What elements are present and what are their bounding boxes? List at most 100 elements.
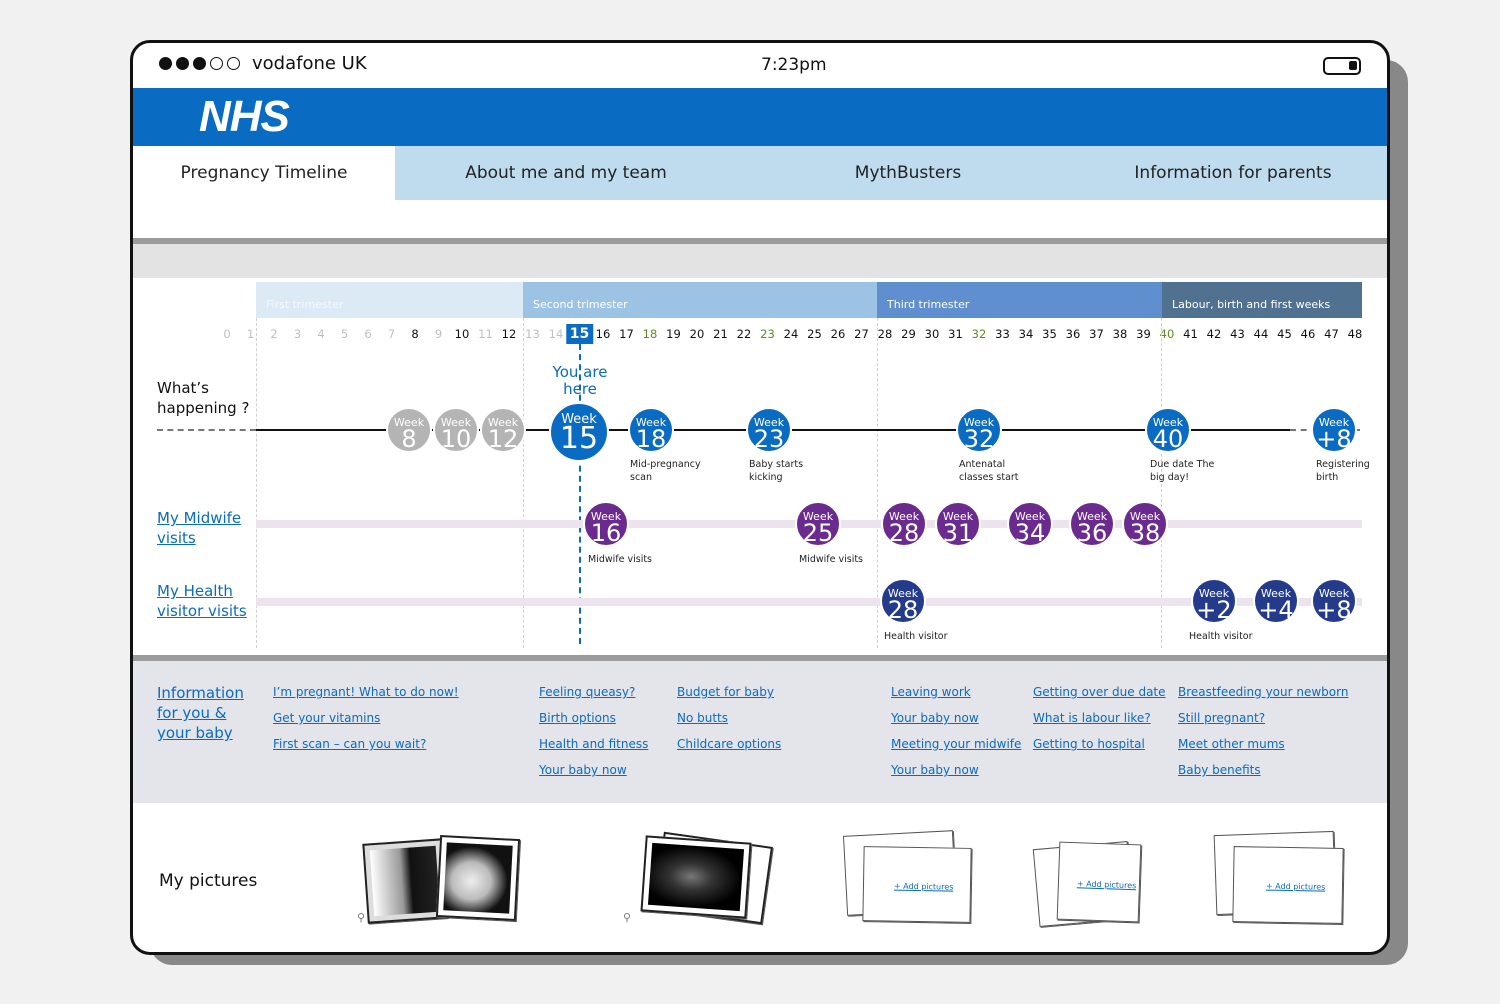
week-number[interactable]: 1 [247,327,254,341]
week-number[interactable]: 26 [831,327,846,341]
info-link[interactable]: Birth options [539,711,648,725]
row-label-health-visitor[interactable]: My Health visitor visits [157,581,247,621]
week-number[interactable]: 16 [596,327,611,341]
info-link[interactable]: Feeling queasy? [539,685,648,699]
week-number[interactable]: 45 [1277,327,1292,341]
tab-pregnancy-timeline[interactable]: Pregnancy Timeline [133,146,395,200]
magnifier-icon[interactable]: ⚲ [357,911,365,924]
photo-thumbnail[interactable] [435,834,521,922]
health-visitor-bubble[interactable]: Week +2 [1191,578,1237,624]
info-link[interactable]: Still pregnant? [1178,711,1348,725]
info-link[interactable]: Budget for baby [677,685,781,699]
week-bubble-future[interactable]: Week 40 [1145,407,1191,453]
info-link[interactable]: Your baby now [539,763,648,777]
info-link[interactable]: Leaving work [891,685,1021,699]
info-link[interactable]: Baby benefits [1178,763,1348,777]
week-number[interactable]: 48 [1348,327,1363,341]
info-link[interactable]: Meeting your midwife [891,737,1021,751]
week-bubble-past[interactable]: Week 10 [433,407,479,453]
info-link[interactable]: What is labour like? [1033,711,1166,725]
week-number[interactable]: 30 [925,327,940,341]
week-number[interactable]: 34 [1019,327,1034,341]
week-bubble-future[interactable]: Week 32 [956,407,1002,453]
tab-about-me[interactable]: About me and my team [395,146,737,200]
row-label-midwife[interactable]: My Midwife visits [157,508,247,548]
week-number[interactable]: 6 [364,327,371,341]
week-number[interactable]: 38 [1113,327,1128,341]
add-pictures-link[interactable]: + Add pictures [894,882,954,892]
week-number[interactable]: 4 [317,327,324,341]
week-bubble-future[interactable]: Week 23 [746,407,792,453]
photo-thumbnail[interactable] [640,835,752,919]
week-number[interactable]: 22 [737,327,752,341]
info-link[interactable]: Your baby now [891,711,1021,725]
week-number[interactable]: 43 [1230,327,1245,341]
photo-thumbnail[interactable] [362,838,448,924]
week-number[interactable]: 25 [807,327,822,341]
week-number[interactable]: 11 [478,327,493,341]
week-number[interactable]: 41 [1183,327,1198,341]
week-number[interactable]: 8 [411,327,418,341]
week-bubble-future[interactable]: Week +8 [1311,407,1357,453]
info-title[interactable]: Information for you & your baby [157,683,257,743]
info-link[interactable]: First scan – can you wait? [273,737,459,751]
week-number[interactable]: 32 [972,327,987,341]
info-link[interactable]: I’m pregnant! What to do now! [273,685,459,699]
week-number[interactable]: 47 [1324,327,1339,341]
tab-mythbusters[interactable]: MythBusters [737,146,1079,200]
add-pictures-link[interactable]: + Add pictures [1077,879,1137,890]
week-number-current[interactable]: 15 [565,324,594,344]
week-number[interactable]: 27 [854,327,869,341]
week-bubble-future[interactable]: Week 18 [628,407,674,453]
week-number[interactable]: 44 [1254,327,1269,341]
add-pictures-link[interactable]: + Add pictures [1266,882,1326,892]
photo-placeholder[interactable]: + Add pictures [1056,841,1142,923]
info-link[interactable]: Getting to hospital [1033,737,1166,751]
nhs-logo[interactable]: NHS [199,92,290,142]
week-number[interactable]: 46 [1301,327,1316,341]
midwife-visit-bubble[interactable]: Week 16 [583,501,629,547]
midwife-visit-bubble[interactable]: Week 28 [881,501,927,547]
week-number[interactable]: 10 [455,327,470,341]
week-number[interactable]: 28 [878,327,893,341]
week-number[interactable]: 33 [995,327,1010,341]
week-number[interactable]: 37 [1089,327,1104,341]
info-link[interactable]: Meet other mums [1178,737,1348,751]
midwife-visit-bubble[interactable]: Week 34 [1007,501,1053,547]
midwife-visit-bubble[interactable]: Week 38 [1122,501,1168,547]
week-number[interactable]: 13 [525,327,540,341]
health-visitor-bubble[interactable]: Week +8 [1311,578,1357,624]
week-number[interactable]: 20 [690,327,705,341]
week-number[interactable]: 0 [223,327,230,341]
week-number[interactable]: 18 [643,327,658,341]
week-number[interactable]: 21 [713,327,728,341]
info-link[interactable]: Health and fitness [539,737,648,751]
midwife-visit-bubble[interactable]: Week 36 [1069,501,1115,547]
week-number[interactable]: 19 [666,327,681,341]
midwife-visit-bubble[interactable]: Week 31 [935,501,981,547]
week-number[interactable]: 17 [619,327,634,341]
tab-information-for-parents[interactable]: Information for parents [1079,146,1387,200]
photo-placeholder[interactable]: + Add pictures [862,846,972,923]
week-number[interactable]: 5 [341,327,348,341]
week-number[interactable]: 12 [502,327,517,341]
info-link[interactable]: Your baby now [891,763,1021,777]
week-bubble-past[interactable]: Week 12 [480,407,526,453]
info-link[interactable]: Childcare options [677,737,781,751]
week-number[interactable]: 14 [549,327,564,341]
info-link[interactable]: Get your vitamins [273,711,459,725]
week-number[interactable]: 39 [1136,327,1151,341]
info-link[interactable]: Breastfeeding your newborn [1178,685,1348,699]
week-number[interactable]: 24 [784,327,799,341]
info-link[interactable]: No butts [677,711,781,725]
midwife-visit-bubble[interactable]: Week 25 [795,501,841,547]
week-number[interactable]: 3 [294,327,301,341]
week-number[interactable]: 23 [760,327,775,341]
magnifier-icon[interactable]: ⚲ [623,911,631,924]
health-visitor-bubble[interactable]: Week 28 [880,578,926,624]
week-bubble-current[interactable]: Week 15 [549,402,609,462]
week-number[interactable]: 35 [1042,327,1057,341]
week-number[interactable]: 31 [948,327,963,341]
week-bubble-past[interactable]: Week 8 [386,407,432,453]
week-number[interactable]: 36 [1066,327,1081,341]
